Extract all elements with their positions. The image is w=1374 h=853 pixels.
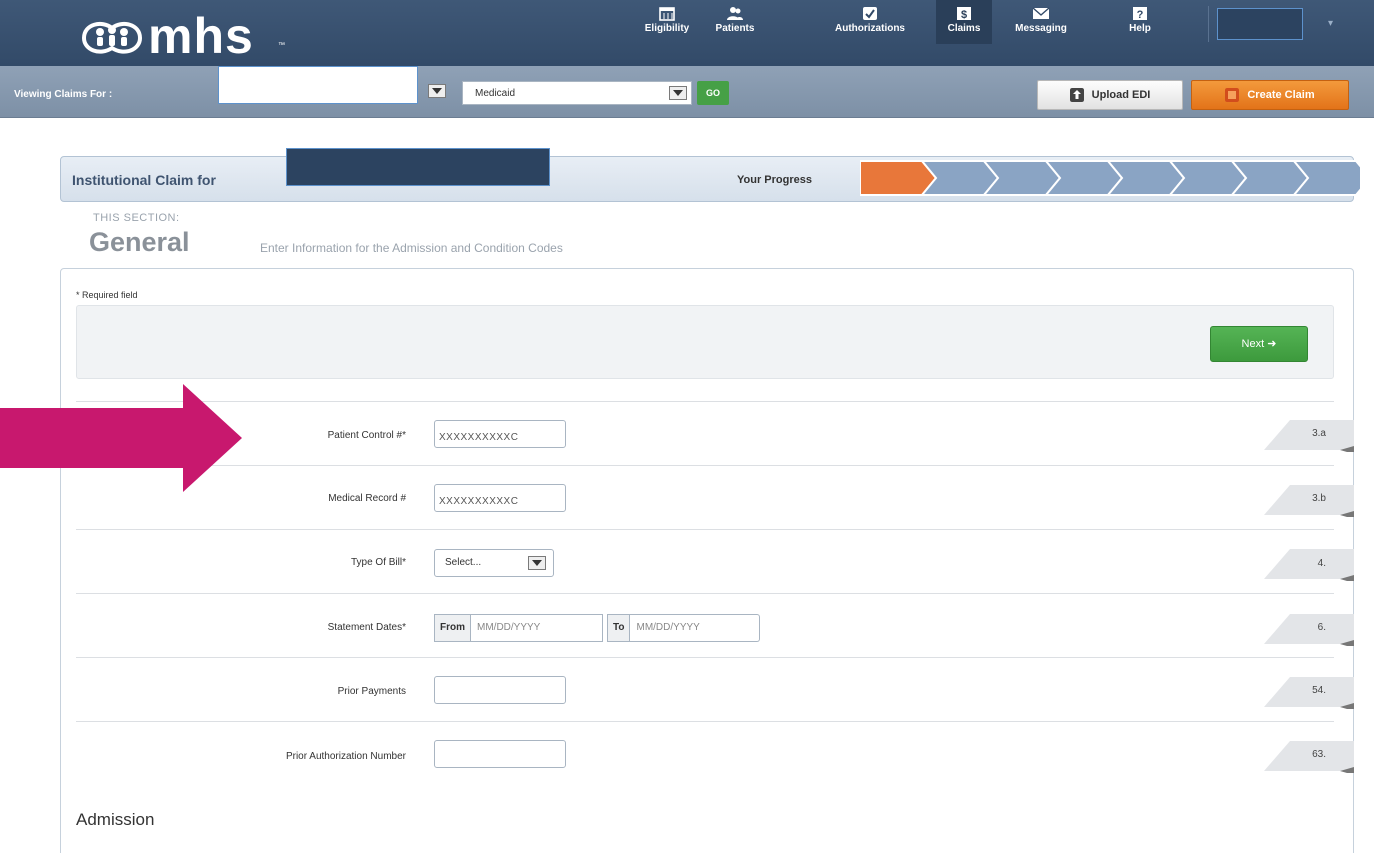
statement-dates-label: Statement Dates*: [327, 622, 406, 633]
prior-payments-label: Prior Payments: [337, 686, 406, 697]
people-icon: [727, 7, 743, 20]
statement-dates-group: From MM/DD/YYYY To MM/DD/YYYY: [434, 614, 761, 642]
logo-text: mhs: [148, 8, 254, 64]
plan-dropdown-icon[interactable]: [669, 86, 687, 100]
svg-text:$: $: [961, 9, 967, 21]
row-divider: [76, 465, 1334, 466]
form-box-6: 6.: [1317, 622, 1326, 633]
envelope-icon: [1032, 7, 1050, 19]
user-menu-caret-icon[interactable]: ▾: [1328, 18, 1333, 29]
patient-control-input[interactable]: [434, 420, 566, 448]
type-of-bill-dropdown-icon[interactable]: [528, 556, 546, 570]
upload-icon: [1069, 88, 1084, 102]
callout-arrow-icon: [0, 384, 242, 492]
provider-dropdown-icon[interactable]: [428, 84, 446, 98]
progress-label: Your Progress: [737, 174, 812, 186]
to-date-input[interactable]: MM/DD/YYYY: [630, 614, 761, 642]
upload-edi-label: Upload EDI: [1091, 89, 1151, 101]
nav-divider: [1208, 6, 1209, 42]
from-tag: From: [434, 614, 471, 642]
create-claim-label: Create Claim: [1247, 89, 1315, 101]
required-field-note: * Required field: [76, 290, 138, 300]
claim-title: Institutional Claim for: [72, 172, 216, 188]
row-divider: [76, 593, 1334, 594]
row-divider: [76, 721, 1334, 722]
create-claim-button[interactable]: Create Claim: [1191, 80, 1349, 110]
dollar-icon: $: [957, 7, 971, 21]
nav-patients[interactable]: Patients: [703, 0, 767, 44]
form-box-3a: 3.a: [1312, 428, 1326, 439]
logo-trademark: ™: [278, 42, 285, 49]
nav-help-label: Help: [1129, 23, 1151, 34]
nav-messaging[interactable]: Messaging: [1003, 0, 1079, 44]
nav-claims-label: Claims: [947, 23, 981, 34]
form-box-63: 63.: [1312, 749, 1326, 760]
progress-steps: [860, 160, 1360, 196]
form-box-54: 54.: [1312, 685, 1326, 696]
progress-step-1: [860, 160, 938, 196]
nav-authorizations[interactable]: Authorizations: [815, 0, 925, 44]
viewing-claims-label: Viewing Claims For :: [14, 89, 113, 100]
row-divider: [76, 657, 1334, 658]
patient-name-redacted: [286, 148, 550, 186]
form-box-3b: 3.b: [1312, 493, 1326, 504]
nav-claims[interactable]: $ Claims: [936, 0, 992, 44]
from-date-input[interactable]: MM/DD/YYYY: [471, 614, 603, 642]
nav-eligibility[interactable]: Eligibility: [633, 0, 701, 44]
provider-select-redacted[interactable]: [218, 66, 418, 104]
family-logo-icon: [81, 21, 143, 54]
arrow-right-icon: ➜: [1267, 338, 1277, 350]
section-caption: THIS SECTION:: [93, 212, 180, 224]
row-divider: [76, 529, 1334, 530]
plan-select[interactable]: Medicaid: [462, 81, 692, 105]
section-description: Enter Information for the Admission and …: [260, 241, 563, 255]
new-claim-icon: [1225, 88, 1240, 102]
type-of-bill-label: Type Of Bill*: [350, 557, 406, 568]
nav-authorizations-label: Authorizations: [835, 23, 905, 34]
nav-help[interactable]: ? Help: [1110, 0, 1170, 44]
user-menu-redacted[interactable]: [1217, 8, 1303, 40]
to-tag: To: [607, 614, 631, 642]
checkbox-icon: [863, 7, 877, 20]
medical-record-input[interactable]: [434, 484, 566, 512]
next-button-label: Next: [1241, 338, 1265, 350]
prior-payments-input[interactable]: [434, 676, 566, 704]
type-of-bill-value: Select...: [445, 557, 482, 568]
admission-heading: Admission: [76, 810, 155, 829]
upload-edi-button[interactable]: Upload EDI: [1037, 80, 1183, 110]
question-icon: ?: [1133, 7, 1147, 21]
nav-patients-label: Patients: [715, 23, 755, 34]
form-box-4: 4.: [1317, 558, 1326, 569]
go-button[interactable]: GO: [697, 81, 729, 105]
next-button[interactable]: Next ➜: [1210, 326, 1308, 362]
calendar-icon: [659, 7, 675, 21]
form-action-area: [76, 305, 1334, 379]
nav-eligibility-label: Eligibility: [644, 23, 690, 34]
mhs-logo[interactable]: mhs: [78, 8, 254, 64]
prior-auth-label: Prior Authorization Number: [285, 751, 406, 762]
svg-text:?: ?: [1137, 9, 1144, 21]
section-title: General: [89, 227, 190, 257]
plan-select-value: Medicaid: [475, 88, 516, 99]
nav-messaging-label: Messaging: [1015, 23, 1067, 34]
prior-auth-input[interactable]: [434, 740, 566, 768]
row-divider: [76, 401, 1334, 402]
